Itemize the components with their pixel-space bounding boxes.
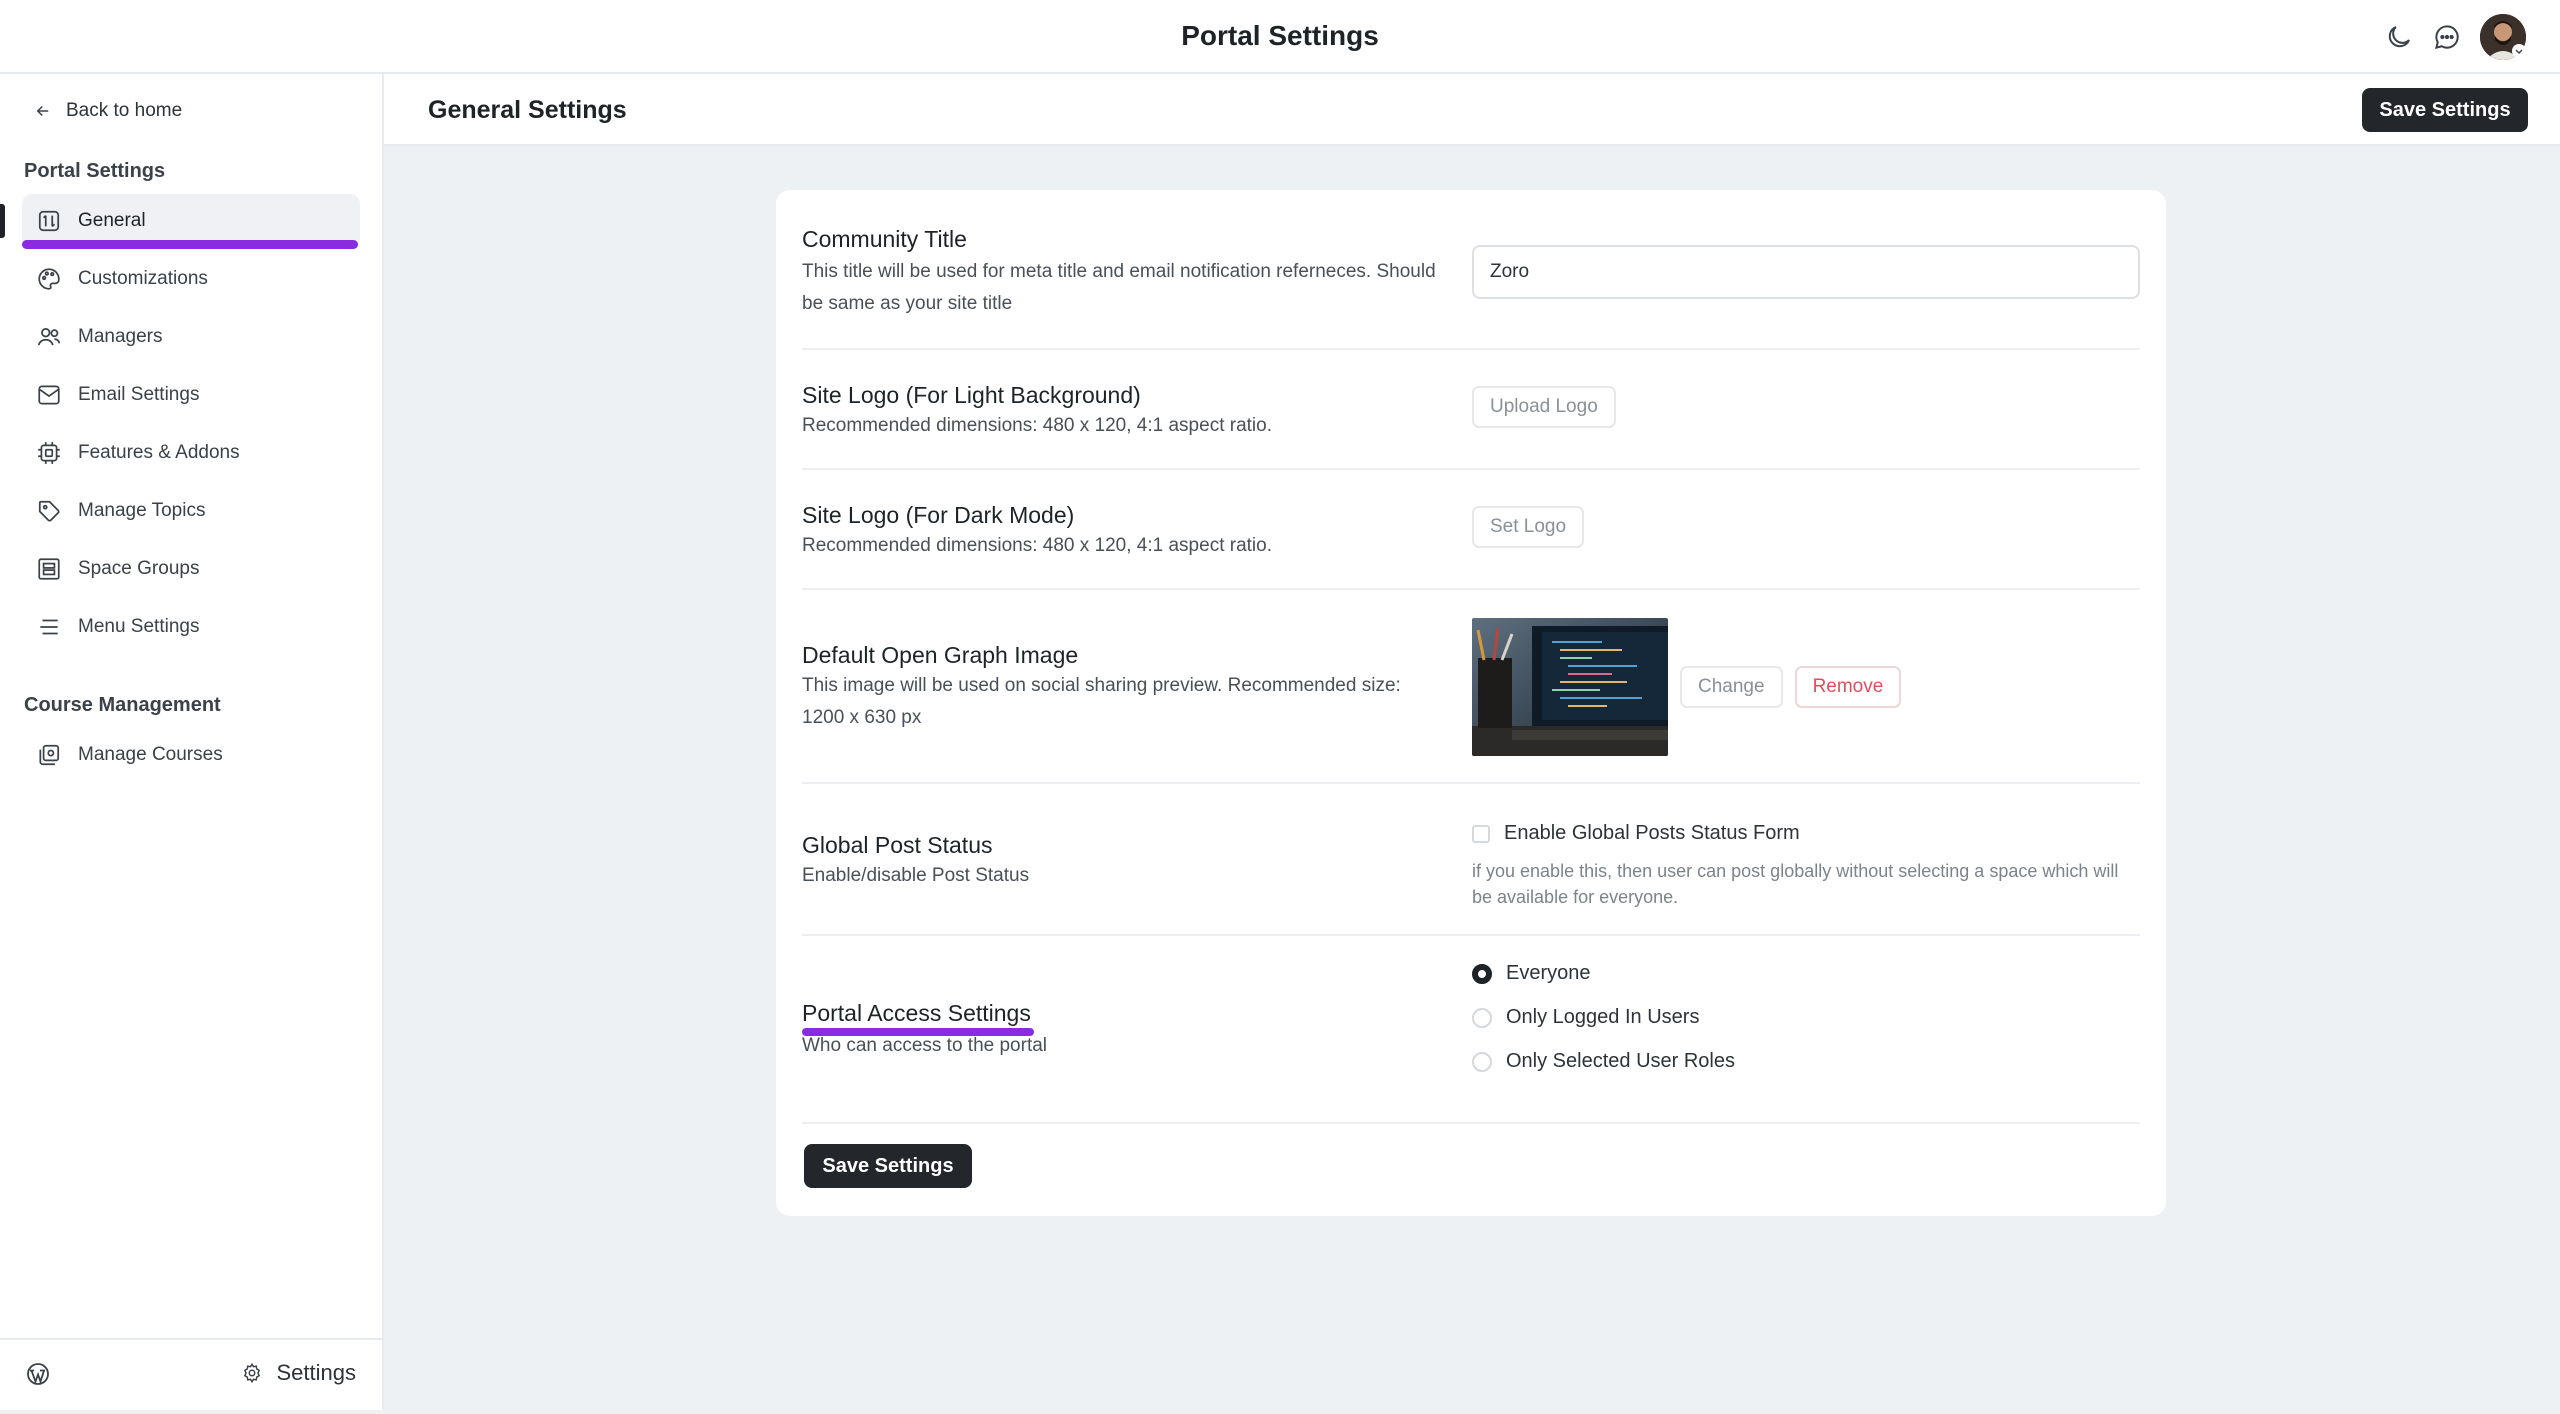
sidebar-item-label: Email Settings bbox=[78, 384, 200, 405]
page-title: General Settings bbox=[428, 96, 627, 124]
sidebar-item-email-settings[interactable]: Email Settings bbox=[22, 368, 360, 422]
radio-label: Only Logged In Users bbox=[1506, 1006, 1700, 1028]
radio-label: Everyone bbox=[1506, 962, 1591, 984]
gear-icon bbox=[243, 1362, 260, 1384]
arrow-left-icon bbox=[36, 105, 49, 117]
radio-label: Only Selected User Roles bbox=[1506, 1050, 1735, 1072]
settings-card: Community Title This title will be used … bbox=[776, 190, 2166, 1216]
site-logo-light-row: Site Logo (For Light Background) Recomme… bbox=[802, 350, 2140, 470]
community-title-desc: This title will be used for meta title a… bbox=[802, 261, 1436, 314]
radio-option-logged-in[interactable]: Only Logged In Users bbox=[1472, 1006, 1699, 1029]
back-to-home-link[interactable]: Back to home bbox=[34, 96, 182, 126]
community-title-input[interactable] bbox=[1472, 245, 2140, 299]
mail-icon bbox=[38, 385, 60, 405]
community-title-row: Community Title This title will be used … bbox=[802, 190, 2140, 350]
radio-option-selected-roles[interactable]: Only Selected User Roles bbox=[1472, 1050, 1735, 1073]
footer-settings-label: Settings bbox=[276, 1360, 357, 1385]
sidebar-item-label: Manage Courses bbox=[78, 744, 223, 765]
sidebar-item-managers[interactable]: Managers bbox=[22, 310, 360, 364]
global-post-label: Global Post Status bbox=[802, 832, 993, 858]
chip-icon bbox=[38, 442, 60, 464]
group-icon bbox=[38, 558, 60, 580]
site-logo-light-label: Site Logo (For Light Background) bbox=[802, 382, 1141, 408]
radio-option-everyone[interactable]: Everyone bbox=[1472, 962, 1591, 985]
portal-access-row: Portal Access Settings Who can access to… bbox=[802, 936, 2140, 1124]
site-logo-dark-row: Site Logo (For Dark Mode) Recommended di… bbox=[802, 470, 2140, 590]
moon-icon[interactable] bbox=[2384, 22, 2414, 52]
site-logo-dark-label: Site Logo (For Dark Mode) bbox=[802, 502, 1075, 528]
upload-logo-button[interactable]: Upload Logo bbox=[1472, 386, 1616, 428]
annotation-underline bbox=[22, 240, 358, 249]
site-logo-light-desc: Recommended dimensions: 480 x 120, 4:1 a… bbox=[802, 415, 1272, 436]
top-bar: Portal Settings bbox=[0, 0, 2560, 74]
og-image-row: Default Open Graph Image This image will… bbox=[802, 590, 2140, 784]
sidebar-item-manage-courses[interactable]: Manage Courses bbox=[22, 728, 360, 782]
app-title: Portal Settings bbox=[1181, 20, 1379, 51]
section-title-portal: Portal Settings bbox=[24, 160, 166, 182]
active-indicator bbox=[0, 204, 5, 238]
sidebar-item-label: Managers bbox=[78, 326, 163, 347]
sidebar-item-label: Customizations bbox=[78, 268, 208, 289]
og-image-desc: This image will be used on social sharin… bbox=[802, 675, 1401, 728]
global-post-hint: if you enable this, then user can post g… bbox=[1472, 861, 2119, 907]
og-image-label: Default Open Graph Image bbox=[802, 642, 1079, 668]
back-label: Back to home bbox=[66, 100, 183, 121]
chevron-down-icon[interactable] bbox=[2512, 44, 2526, 58]
sidebar-footer: Settings bbox=[0, 1338, 382, 1410]
radio-logged-in[interactable] bbox=[1472, 1007, 1492, 1028]
courses-icon bbox=[39, 744, 60, 766]
wordpress-icon[interactable] bbox=[26, 1362, 50, 1386]
footer-settings-link[interactable]: Settings bbox=[241, 1360, 357, 1386]
save-settings-button-bottom[interactable]: Save Settings bbox=[804, 1144, 972, 1188]
sidebar: Back to home Portal Settings General Cus… bbox=[0, 74, 384, 1410]
sidebar-item-label: Manage Topics bbox=[78, 500, 206, 521]
global-post-desc: Enable/disable Post Status bbox=[802, 865, 1030, 886]
tag-icon bbox=[38, 500, 60, 522]
enable-global-posts-option[interactable]: Enable Global Posts Status Form bbox=[1472, 822, 1800, 845]
section-title-course: Course Management bbox=[24, 694, 221, 716]
sidebar-item-space-groups[interactable]: Space Groups bbox=[22, 542, 360, 596]
users-icon bbox=[37, 328, 61, 346]
sidebar-item-features-addons[interactable]: Features & Addons bbox=[22, 426, 360, 480]
sidebar-item-label: General bbox=[78, 210, 146, 231]
remove-image-button[interactable]: Remove bbox=[1794, 666, 1902, 708]
enable-global-posts-label: Enable Global Posts Status Form bbox=[1504, 822, 1800, 844]
sidebar-item-manage-topics[interactable]: Manage Topics bbox=[22, 484, 360, 538]
sidebar-item-label: Menu Settings bbox=[78, 616, 200, 637]
site-logo-dark-desc: Recommended dimensions: 480 x 120, 4:1 a… bbox=[802, 535, 1272, 556]
sidebar-item-menu-settings[interactable]: Menu Settings bbox=[22, 600, 360, 654]
sidebar-item-label: Space Groups bbox=[78, 558, 200, 579]
change-image-button[interactable]: Change bbox=[1680, 666, 1783, 708]
radio-everyone[interactable] bbox=[1472, 963, 1492, 984]
og-image-preview bbox=[1472, 618, 1668, 756]
general-icon bbox=[38, 210, 60, 232]
menu-icon bbox=[40, 619, 58, 635]
enable-global-posts-checkbox[interactable] bbox=[1472, 824, 1490, 843]
community-title-label: Community Title bbox=[802, 226, 967, 252]
palette-icon bbox=[38, 268, 60, 290]
global-post-row: Global Post Status Enable/disable Post S… bbox=[802, 784, 2140, 936]
main-header: General Settings Save Settings bbox=[384, 74, 2560, 146]
set-logo-button[interactable]: Set Logo bbox=[1472, 506, 1585, 548]
save-settings-button-top[interactable]: Save Settings bbox=[2362, 88, 2528, 132]
chat-icon[interactable] bbox=[2432, 22, 2462, 52]
radio-selected-roles[interactable] bbox=[1472, 1051, 1492, 1072]
sidebar-item-customizations[interactable]: Customizations bbox=[22, 252, 360, 306]
sidebar-item-label: Features & Addons bbox=[78, 442, 240, 463]
portal-access-desc: Who can access to the portal bbox=[802, 1035, 1048, 1056]
portal-access-label: Portal Access Settings bbox=[802, 1000, 1031, 1026]
